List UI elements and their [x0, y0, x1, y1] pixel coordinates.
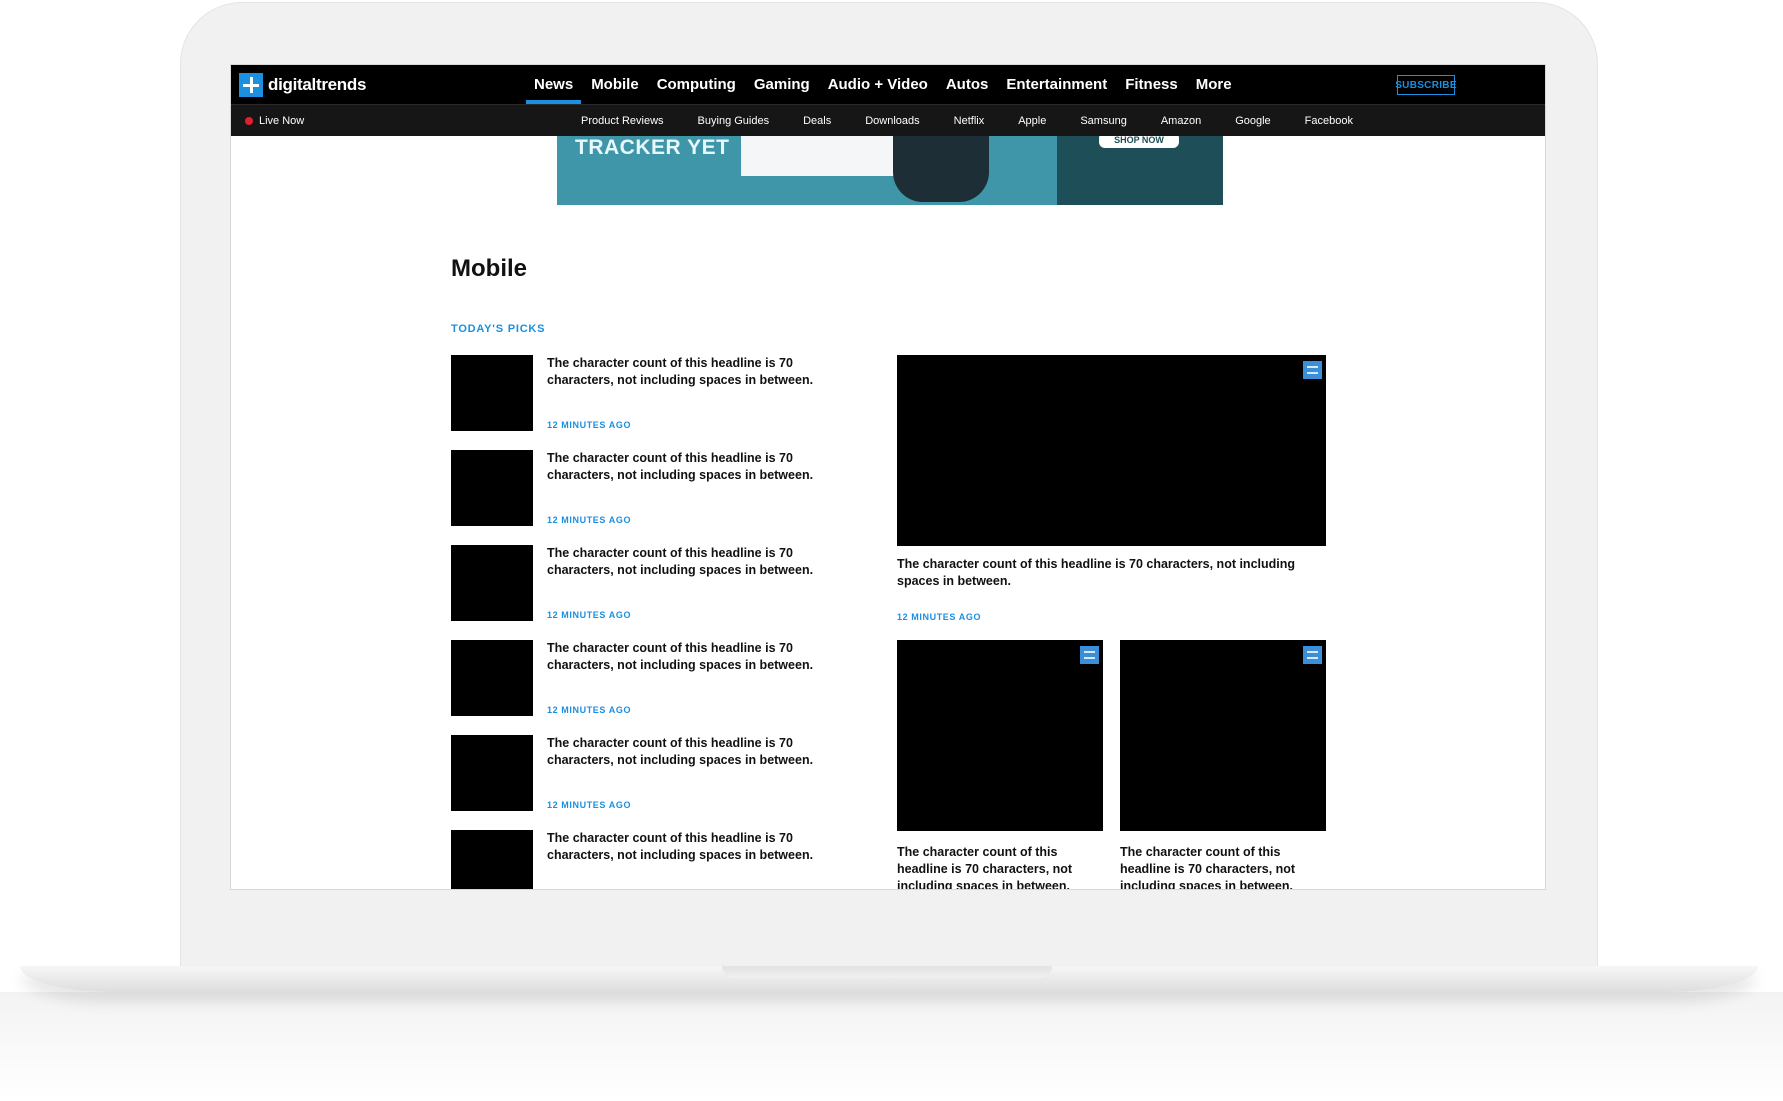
digitaltrends-badge-icon [1080, 646, 1099, 664]
todays-picks-label: TODAY'S PICKS [451, 323, 546, 335]
card-article-headline[interactable]: The character count of this headline is … [1120, 844, 1316, 889]
sub-nav-buying-guides[interactable]: Buying Guides [698, 115, 770, 127]
sub-nav-product-reviews[interactable]: Product Reviews [581, 115, 664, 127]
banner-shop-now-button[interactable]: SHOP NOW [1099, 136, 1179, 148]
live-dot-icon [245, 116, 253, 125]
article-timestamp: 12 MINUTES AGO [547, 610, 632, 620]
digitaltrends-badge-icon [1303, 361, 1322, 379]
page-title: Mobile [451, 255, 527, 282]
list-item[interactable]: The character count of this headline is … [451, 545, 851, 621]
secondary-navigation-bar: Live Now Product Reviews Buying Guides D… [231, 104, 1545, 136]
sub-nav-facebook[interactable]: Facebook [1305, 115, 1353, 127]
article-thumbnail[interactable] [451, 450, 533, 526]
nav-item-audio-video[interactable]: Audio + Video [828, 65, 928, 104]
article-timestamp: 12 MINUTES AGO [547, 515, 632, 525]
floor-shadow [0, 992, 1783, 1101]
main-nav: News Mobile Computing Gaming Audio + Vid… [525, 65, 1250, 104]
article-timestamp: 12 MINUTES AGO [547, 705, 632, 715]
card-article-image[interactable] [1120, 640, 1326, 831]
banner-cta-panel: SHOP NOW [1057, 136, 1223, 205]
list-item[interactable]: The character count of this headline is … [451, 355, 851, 431]
article-thumbnail[interactable] [451, 830, 533, 889]
site-logo[interactable]: digitaltrends [239, 73, 366, 97]
feature-article-timestamp: 12 MINUTES AGO [897, 612, 982, 622]
subscribe-button[interactable]: SUBSCRIBE [1395, 75, 1457, 95]
list-item[interactable]: The character count of this headline is … [451, 640, 851, 716]
article-headline[interactable]: The character count of this headline is … [547, 735, 837, 769]
logo-text: digitaltrends [268, 75, 367, 94]
banner-ad-text: TRACKER YET [575, 136, 730, 159]
sub-nav-downloads[interactable]: Downloads [865, 115, 919, 127]
article-thumbnail[interactable] [451, 735, 533, 811]
logo-plus-icon [239, 73, 263, 97]
live-now-link[interactable]: Live Now [245, 105, 304, 136]
article-thumbnail[interactable] [451, 545, 533, 621]
article-headline[interactable]: The character count of this headline is … [547, 545, 837, 579]
article-timestamp: 12 MINUTES AGO [547, 420, 632, 430]
list-item[interactable]: The character count of this headline is … [451, 830, 851, 889]
list-item[interactable]: The character count of this headline is … [451, 450, 851, 526]
nav-item-gaming[interactable]: Gaming [754, 65, 810, 104]
sub-nav-deals[interactable]: Deals [803, 115, 831, 127]
banner-ad[interactable]: TRACKER YET SHOP NOW [557, 136, 1223, 205]
article-headline[interactable]: The character count of this headline is … [547, 640, 837, 674]
article-thumbnail[interactable] [451, 355, 533, 431]
nav-item-news[interactable]: News [525, 65, 582, 104]
card-article-headline[interactable]: The character count of this headline is … [897, 844, 1093, 889]
feature-article-headline[interactable]: The character count of this headline is … [897, 556, 1317, 590]
sub-nav-apple[interactable]: Apple [1018, 115, 1046, 127]
article-thumbnail[interactable] [451, 640, 533, 716]
card-article-image[interactable] [897, 640, 1103, 831]
article-timestamp: 12 MINUTES AGO [547, 800, 632, 810]
nav-item-autos[interactable]: Autos [946, 65, 989, 104]
nav-item-entertainment[interactable]: Entertainment [1006, 65, 1107, 104]
article-headline[interactable]: The character count of this headline is … [547, 830, 837, 864]
laptop-notch [722, 966, 1052, 978]
nav-item-mobile[interactable]: Mobile [591, 65, 639, 104]
sub-nav-amazon[interactable]: Amazon [1161, 115, 1201, 127]
digitaltrends-badge-icon [1303, 646, 1322, 664]
nav-item-computing[interactable]: Computing [657, 65, 736, 104]
laptop-screen: digitaltrends News Mobile Computing Gami… [230, 64, 1546, 890]
sub-nav-samsung[interactable]: Samsung [1080, 115, 1126, 127]
list-item[interactable]: The character count of this headline is … [451, 735, 851, 811]
live-now-label: Live Now [259, 114, 305, 127]
nav-item-fitness[interactable]: Fitness [1125, 65, 1178, 104]
sub-nav: Product Reviews Buying Guides Deals Down… [581, 105, 1387, 136]
sub-nav-netflix[interactable]: Netflix [954, 115, 985, 127]
sub-nav-google[interactable]: Google [1235, 115, 1270, 127]
top-navigation-bar: digitaltrends News Mobile Computing Gami… [231, 65, 1545, 104]
article-headline[interactable]: The character count of this headline is … [547, 450, 837, 484]
article-headline[interactable]: The character count of this headline is … [547, 355, 837, 389]
feature-article-image[interactable] [897, 355, 1326, 546]
nav-item-more[interactable]: More [1196, 65, 1232, 104]
banner-band-image [893, 136, 989, 202]
